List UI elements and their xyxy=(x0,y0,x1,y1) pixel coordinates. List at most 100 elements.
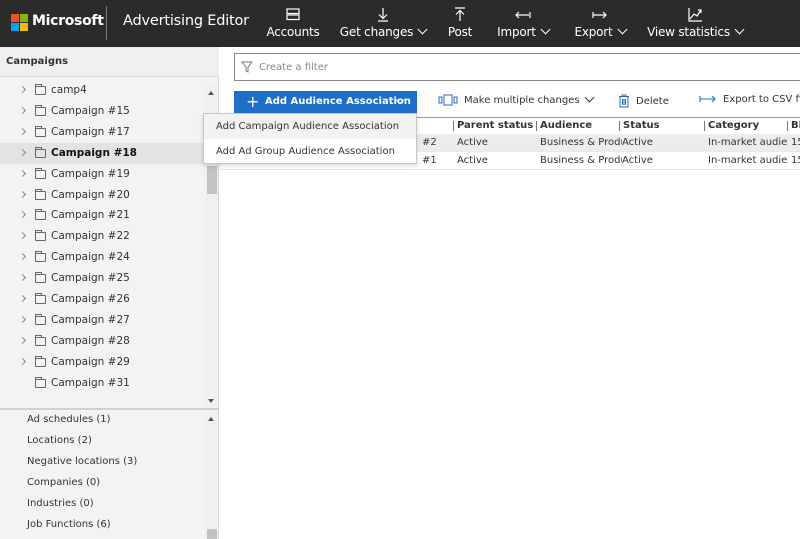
nav-view-statistics-button[interactable]: View statistics xyxy=(647,0,745,47)
table-cell-name: #1 xyxy=(422,155,437,166)
menu-item-label: Add Ad Group Audience Association xyxy=(216,146,395,157)
property-item[interactable]: Negative locations (3) xyxy=(27,456,137,467)
column-header[interactable]: Audience xyxy=(536,118,619,134)
tree-item-campaign[interactable]: Campaign #25 xyxy=(0,268,205,289)
folder-icon xyxy=(35,209,46,221)
filter-input[interactable] xyxy=(259,59,659,76)
microsoft-logo-icon xyxy=(11,14,29,32)
add-audience-dropdown-menu: Add Campaign Audience Association Add Ad… xyxy=(203,113,417,164)
column-header-label: Audience xyxy=(540,120,593,131)
properties-scrollbar[interactable] xyxy=(205,411,218,539)
multiple-changes-icon xyxy=(438,94,458,106)
column-header-label: Bid adjustment xyxy=(791,120,800,131)
table-cell-name: #2 xyxy=(422,137,437,148)
tree-item-campaign[interactable]: Campaign #29 xyxy=(0,352,205,373)
import-icon xyxy=(515,11,531,19)
filter-icon xyxy=(241,61,253,73)
property-item[interactable]: Locations (2) xyxy=(27,435,92,446)
campaigns-header: Campaigns xyxy=(0,47,219,77)
table-cell-parent-status: Active xyxy=(457,137,488,148)
table-cell-status: Active xyxy=(622,137,653,148)
folder-icon xyxy=(35,313,46,325)
tree-item-campaign[interactable]: Campaign #31 xyxy=(0,373,205,394)
property-item[interactable]: Job Functions (6) xyxy=(27,519,111,530)
property-item[interactable]: Ad schedules (1) xyxy=(27,414,111,425)
download-icon xyxy=(378,8,388,22)
add-audience-association-button[interactable]: + Add Audience Association xyxy=(234,91,417,113)
export-icon xyxy=(592,11,607,19)
chevron-right-icon[interactable] xyxy=(18,190,27,198)
tree-item-campaign[interactable]: Campaign #24 xyxy=(0,247,205,268)
tree-item-label: Campaign #20 xyxy=(51,188,130,201)
chevron-right-icon[interactable] xyxy=(18,211,27,219)
tree-item-campaign[interactable]: Campaign #18 xyxy=(0,142,205,164)
column-header[interactable]: Bid adjustment xyxy=(787,118,800,134)
folder-icon xyxy=(35,146,46,158)
header-divider xyxy=(106,6,107,40)
filter-box[interactable] xyxy=(234,53,800,81)
chevron-right-icon[interactable] xyxy=(18,315,27,323)
chevron-right-icon[interactable] xyxy=(18,148,27,156)
plus-icon: + xyxy=(246,92,260,111)
menu-item-add-ad-group-audience[interactable]: Add Ad Group Audience Association xyxy=(204,139,416,164)
scroll-thumb[interactable] xyxy=(207,529,217,539)
scroll-down-icon[interactable] xyxy=(208,399,214,403)
nav-import-button[interactable]: Import xyxy=(493,0,553,47)
menu-item-add-campaign-audience[interactable]: Add Campaign Audience Association xyxy=(204,114,416,139)
tree-item-campaign[interactable]: Campaign #26 xyxy=(0,289,205,310)
folder-icon xyxy=(35,272,46,284)
chevron-right-icon[interactable] xyxy=(18,253,27,261)
tree-item-campaign[interactable]: Campaign #21 xyxy=(0,205,205,226)
folder-icon xyxy=(35,125,46,137)
nav-get-changes-button[interactable]: Get changes xyxy=(338,0,428,47)
chevron-right-icon[interactable] xyxy=(18,357,27,365)
tree-item-campaign[interactable]: Campaign #27 xyxy=(0,310,205,331)
column-header[interactable]: Category xyxy=(704,118,787,134)
table-cell-category: In-market audience xyxy=(708,155,788,166)
scroll-up-icon[interactable] xyxy=(208,417,214,421)
nav-label: Accounts xyxy=(266,25,320,39)
scroll-thumb[interactable] xyxy=(207,166,217,194)
property-item[interactable]: Companies (0) xyxy=(27,477,100,488)
tree-item-campaign[interactable]: Campaign #20 xyxy=(0,185,205,206)
tree-item-label: Campaign #19 xyxy=(51,167,130,180)
chevron-right-icon[interactable] xyxy=(18,336,27,344)
add-audience-association-label: Add Audience Association xyxy=(265,96,411,107)
column-header[interactable]: Status xyxy=(619,118,704,134)
delete-button[interactable]: Delete xyxy=(618,94,669,108)
table-cell-audience: Business & Product xyxy=(540,155,622,166)
chevron-right-icon[interactable] xyxy=(18,274,27,282)
tree-item-label: Campaign #29 xyxy=(51,355,130,368)
nav-post-button[interactable]: Post xyxy=(442,0,478,47)
nav-accounts-button[interactable]: Accounts xyxy=(266,0,320,47)
export-csv-label: Export to CSV file xyxy=(723,94,800,105)
chevron-right-icon[interactable] xyxy=(18,85,27,94)
tree-item-label: Campaign #22 xyxy=(51,230,130,243)
tree-item-campaign[interactable]: Campaign #19 xyxy=(0,164,205,185)
scroll-up-icon[interactable] xyxy=(208,91,214,95)
tree-item-label: Campaign #28 xyxy=(51,334,130,347)
property-item[interactable]: Industries (0) xyxy=(27,498,94,509)
tree-item-label: Campaign #26 xyxy=(51,293,130,305)
make-multiple-changes-button[interactable]: Make multiple changes xyxy=(438,92,594,106)
export-csv-button[interactable]: Export to CSV file xyxy=(699,94,800,105)
tree-item-campaign[interactable]: Campaign #17 xyxy=(0,122,205,143)
tree-item-campaign[interactable]: Campaign #15 xyxy=(0,101,205,122)
export-arrow-icon xyxy=(699,95,716,103)
menu-item-label: Add Campaign Audience Association xyxy=(216,121,400,132)
chevron-down-icon xyxy=(617,24,627,35)
nav-export-button[interactable]: Export xyxy=(571,0,629,47)
tree-item-campaign[interactable]: camp4 xyxy=(0,80,205,101)
chevron-right-icon[interactable] xyxy=(18,127,27,135)
table-cell-status: Active xyxy=(622,155,653,166)
panel-splitter[interactable] xyxy=(0,408,219,410)
column-header[interactable]: Parent status xyxy=(453,118,536,134)
tree-item-campaign[interactable]: Campaign #22 xyxy=(0,226,205,247)
chevron-right-icon[interactable] xyxy=(18,169,27,177)
folder-icon xyxy=(35,355,46,367)
chevron-right-icon[interactable] xyxy=(18,232,27,240)
chevron-right-icon[interactable] xyxy=(18,294,27,303)
tree-item-label: Campaign #18 xyxy=(51,146,137,159)
tree-item-campaign[interactable]: Campaign #28 xyxy=(0,331,205,352)
chevron-right-icon[interactable] xyxy=(18,106,27,114)
